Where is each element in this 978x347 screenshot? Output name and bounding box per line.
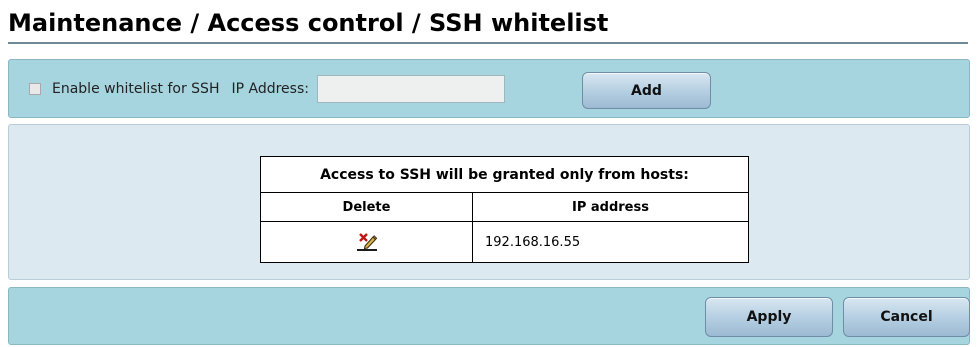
ip-address-input[interactable]	[316, 74, 505, 103]
column-header-delete: Delete	[260, 192, 473, 222]
hosts-table: Access to SSH will be granted only from …	[260, 156, 749, 263]
ip-address-label: IP Address:	[231, 80, 309, 97]
delete-edit-icon[interactable]	[356, 231, 378, 253]
table-row: 192.168.16.55	[260, 221, 749, 263]
page-title: Maintenance / Access control / SSH white…	[8, 6, 968, 44]
enable-whitelist-checkbox[interactable]	[29, 82, 41, 95]
add-button[interactable]: Add	[582, 72, 711, 109]
whitelist-toolbar: Enable whitelist for SSH IP Address: Add	[8, 59, 970, 118]
column-header-ip-address: IP address	[472, 192, 749, 222]
enable-whitelist-label: Enable whitelist for SSH	[52, 80, 220, 97]
cancel-button[interactable]: Cancel	[843, 297, 970, 337]
ip-address-cell: 192.168.16.55	[472, 221, 749, 263]
delete-cell	[260, 221, 473, 263]
apply-button[interactable]: Apply	[705, 297, 833, 337]
hosts-table-caption: Access to SSH will be granted only from …	[260, 156, 749, 193]
action-bar: Apply Cancel	[8, 287, 970, 345]
hosts-panel: Access to SSH will be granted only from …	[8, 124, 970, 280]
